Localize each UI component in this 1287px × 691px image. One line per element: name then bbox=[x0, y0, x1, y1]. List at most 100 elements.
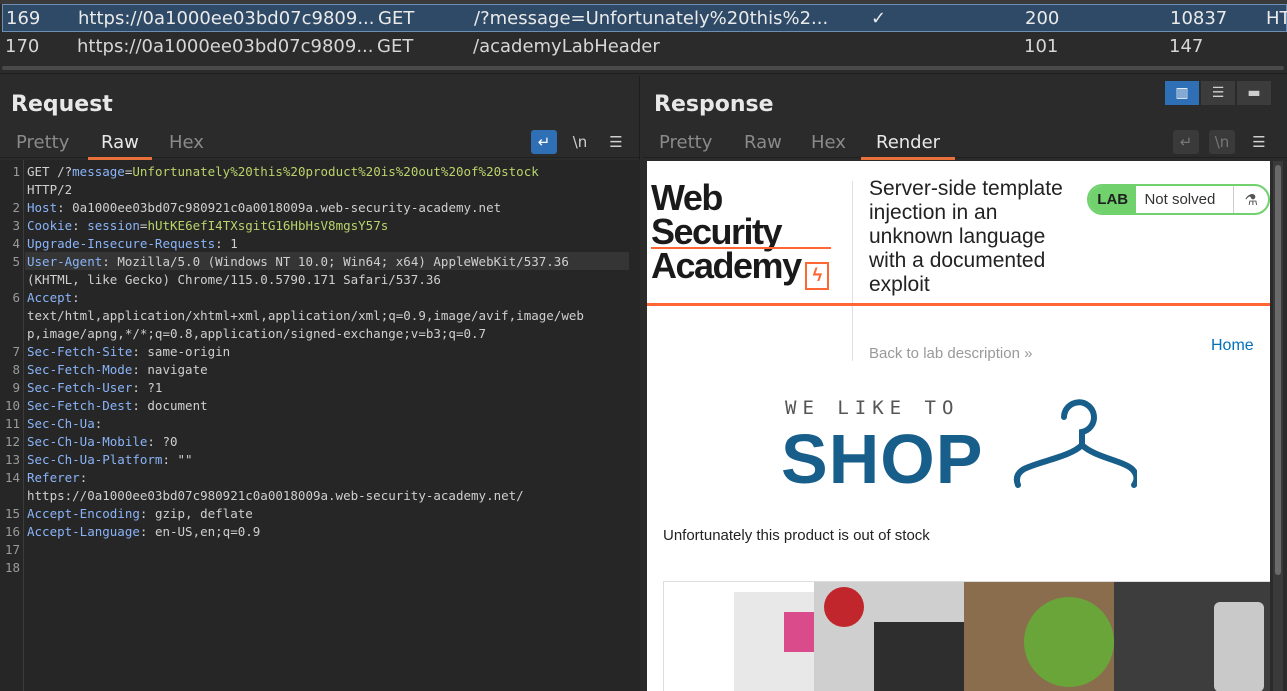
response-tab-render[interactable]: Render bbox=[861, 132, 956, 160]
cell-url: /academyLabHeader bbox=[473, 36, 660, 57]
line-number: 3 bbox=[12, 218, 20, 233]
code-token: Upgrade-Insecure-Requests bbox=[27, 236, 216, 251]
back-to-lab-link[interactable]: Back to lab description » bbox=[869, 345, 1032, 362]
split-horizontal-icon[interactable]: ▥ bbox=[1164, 80, 1200, 106]
history-row[interactable]: 170 https://0a1000ee03bd07c9809... GET /… bbox=[2, 33, 1287, 61]
line-number: 13 bbox=[4, 452, 20, 467]
cell-edited-check: ✓ bbox=[871, 8, 887, 29]
line-number-gutter: 1 2 3 4 5 6 7 8 9 10 11 12 13 14 15 16 17 18 bbox=[0, 160, 24, 691]
line-number: 2 bbox=[12, 200, 20, 215]
code-token: GET /? bbox=[27, 164, 73, 179]
product-grid bbox=[663, 581, 1270, 691]
logo-underline bbox=[651, 247, 831, 249]
split-vertical-icon[interactable]: ☰ bbox=[1200, 80, 1236, 106]
cell-status: 200 bbox=[1025, 8, 1060, 29]
flask-icon: ⚗ bbox=[1233, 186, 1268, 213]
code-line: https://0a1000ee03bd07c980921c0a0018009a… bbox=[27, 488, 524, 503]
code-token: : 0a1000ee03bd07c980921c0a0018009a.web-s… bbox=[57, 200, 502, 215]
code-token: User-Agent bbox=[27, 254, 103, 269]
code-token: Unfortunately%20this%20product%20is%20ou… bbox=[132, 164, 539, 179]
response-tab-hex[interactable]: Hex bbox=[811, 132, 846, 157]
academy-logo[interactable]: Web Security Academy ϟ bbox=[651, 180, 851, 290]
code-line: text/html,application/xhtml+xml,applicat… bbox=[27, 308, 584, 323]
code-line: User-Agent: Mozilla/5.0 (Windows NT 10.0… bbox=[27, 254, 569, 269]
wrap-lines-icon[interactable]: ↵ bbox=[1173, 130, 1199, 154]
lab-status: Not solved bbox=[1144, 191, 1216, 208]
response-tab-raw[interactable]: Raw bbox=[744, 132, 782, 157]
home-link[interactable]: Home bbox=[1211, 337, 1254, 355]
code-token: Sec-Ch-Ua-Platform bbox=[27, 452, 163, 467]
code-line: Referer: bbox=[27, 470, 87, 485]
product-image[interactable] bbox=[814, 582, 964, 691]
stock-message: Unfortunately this product is out of sto… bbox=[663, 527, 930, 544]
product-image[interactable] bbox=[664, 582, 814, 691]
cell-length: 147 bbox=[1169, 36, 1204, 57]
code-token: : navigate bbox=[132, 362, 208, 377]
cell-number: 170 bbox=[5, 36, 40, 57]
line-number: 17 bbox=[4, 542, 20, 557]
line-number: 4 bbox=[12, 236, 20, 251]
code-token: message bbox=[72, 164, 125, 179]
product-image[interactable] bbox=[1114, 582, 1270, 691]
menu-icon[interactable]: ☰ bbox=[1246, 130, 1272, 154]
cell-method: GET bbox=[378, 8, 415, 29]
menu-icon[interactable]: ☰ bbox=[603, 130, 629, 154]
code-token: (KHTML, like Gecko) Chrome/115.0.5790.17… bbox=[27, 272, 441, 287]
code-line: Accept-Encoding: gzip, deflate bbox=[27, 506, 253, 521]
cell-host: https://0a1000ee03bd07c9809... bbox=[77, 36, 372, 57]
request-editor[interactable]: 1 2 3 4 5 6 7 8 9 10 11 12 13 14 15 16 17 18 GET /?messag… bbox=[0, 160, 640, 691]
code-token: : Mozilla/5.0 (Windows NT 10.0; Win64; x… bbox=[102, 254, 569, 269]
code-line: HTTP/2 bbox=[27, 182, 72, 197]
cell-number: 169 bbox=[6, 8, 41, 29]
history-row-selected[interactable]: 169 https://0a1000ee03bd07c9809... GET /… bbox=[2, 4, 1287, 32]
request-tab-pretty[interactable]: Pretty bbox=[16, 132, 69, 157]
show-newlines-icon[interactable]: \n bbox=[1209, 130, 1235, 154]
lab-title: Server-side template injection in an unk… bbox=[869, 177, 1063, 296]
request-pane: Request Pretty Raw Hex ↵ \n ☰ 1234567891… bbox=[0, 76, 640, 691]
request-tab-hex[interactable]: Hex bbox=[169, 132, 204, 157]
response-pane: ▥ ☰ ▬ Response Pretty Raw Hex Render ↵ \… bbox=[643, 76, 1287, 691]
code-token: Sec-Fetch-Site bbox=[27, 344, 133, 359]
code-token: : ?1 bbox=[132, 380, 163, 395]
wrap-lines-icon[interactable]: ↵ bbox=[531, 130, 557, 154]
history-horizontal-scrollbar[interactable] bbox=[2, 66, 1284, 70]
code-token: HTTP/2 bbox=[27, 182, 73, 197]
code-token: https://0a1000ee03bd07c980921c0a0018009a… bbox=[27, 488, 524, 503]
code-token: : en-US,en;q=0.9 bbox=[139, 524, 261, 539]
code-token: : 1 bbox=[215, 236, 238, 251]
single-pane-icon[interactable]: ▬ bbox=[1236, 80, 1272, 106]
code-token: : bbox=[72, 290, 80, 305]
shop-tagline: WE LIKE TO bbox=[785, 397, 960, 419]
cell-url: /?message=Unfortunately%20this%2... bbox=[474, 8, 829, 29]
code-line: Sec-Ch-Ua: bbox=[27, 416, 102, 431]
line-number: 12 bbox=[4, 434, 20, 449]
code-token: Accept bbox=[27, 290, 73, 305]
line-number: 6 bbox=[12, 290, 20, 305]
product-image[interactable] bbox=[964, 582, 1114, 691]
code-token: : ?0 bbox=[147, 434, 178, 449]
code-line: Accept-Language: en-US,en;q=0.9 bbox=[27, 524, 260, 539]
response-tab-pretty[interactable]: Pretty bbox=[659, 132, 712, 157]
code-token: Accept-Language bbox=[27, 524, 140, 539]
code-token: : gzip, deflate bbox=[139, 506, 253, 521]
line-number: 8 bbox=[12, 362, 20, 377]
request-tab-raw[interactable]: Raw bbox=[88, 132, 152, 160]
header-orange-bar bbox=[647, 303, 1270, 306]
code-token: : "" bbox=[162, 452, 193, 467]
line-number: 10 bbox=[4, 398, 20, 413]
code-line: (KHTML, like Gecko) Chrome/115.0.5790.17… bbox=[27, 272, 441, 287]
lab-label: LAB bbox=[1089, 186, 1137, 213]
code-line: Sec-Fetch-Site: same-origin bbox=[27, 344, 230, 359]
code-line: Upgrade-Insecure-Requests: 1 bbox=[27, 236, 238, 251]
scrollbar-thumb[interactable] bbox=[1275, 165, 1281, 575]
cell-host: https://0a1000ee03bd07c9809... bbox=[78, 8, 373, 29]
render-vertical-scrollbar[interactable] bbox=[1273, 161, 1283, 691]
show-newlines-icon[interactable]: \n bbox=[567, 130, 593, 154]
cell-length: 10837 bbox=[1170, 8, 1228, 29]
line-number: 9 bbox=[12, 380, 20, 395]
cell-method: GET bbox=[377, 36, 414, 57]
code-line: Sec-Fetch-Mode: navigate bbox=[27, 362, 208, 377]
response-title: Response bbox=[654, 92, 774, 117]
line-number: 16 bbox=[4, 524, 20, 539]
shop-logo-text: SHOP bbox=[781, 420, 984, 498]
